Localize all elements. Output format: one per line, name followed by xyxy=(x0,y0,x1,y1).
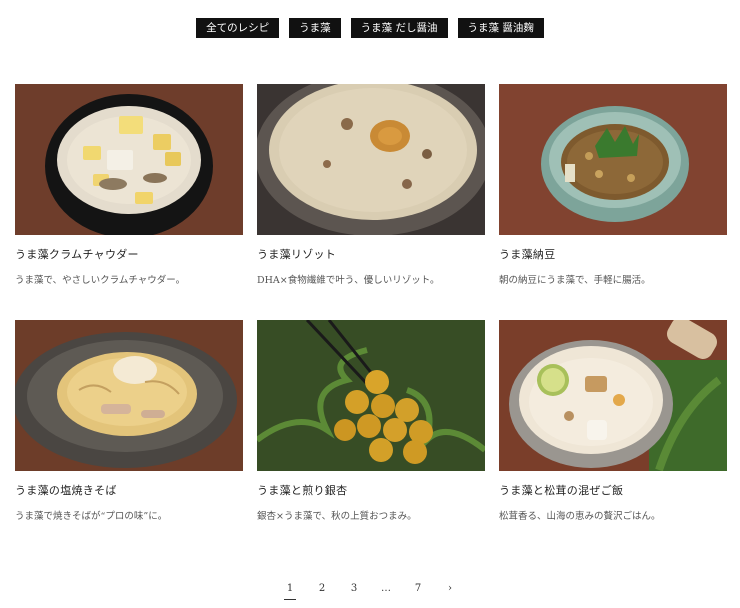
recipe-description: DHA×食物繊維で叶う、優しいリゾット。 xyxy=(257,275,440,286)
risotto-photo[interactable] xyxy=(257,84,485,235)
recipe-description: うま藻で、やさしいクラムチャウダー。 xyxy=(15,275,186,286)
recipe-title[interactable]: うま藻クラムチャウダー xyxy=(15,246,243,262)
recipe-description: 松茸香る、山海の恵みの贅沢ごはん。 xyxy=(499,511,661,522)
pagination: 1 2 3 … 7 › xyxy=(0,582,740,600)
page-1-link[interactable]: 1 xyxy=(274,582,306,600)
recipe-title[interactable]: うま藻納豆 xyxy=(499,246,727,262)
next-page-icon[interactable]: › xyxy=(434,582,466,598)
recipe-title[interactable]: うま藻と松茸の混ぜご飯 xyxy=(499,482,727,498)
recipe-filter-bar: 全てのレシピ うま藻 うま藻 だし醤油 うま藻 醤油麹 xyxy=(0,18,740,38)
recipe-grid: うま藻クラムチャウダー うま藻で、やさしいクラムチャウダー。 うま藻リゾット D… xyxy=(15,84,728,556)
filter-all-recipes-button[interactable]: 全てのレシピ xyxy=(196,18,280,38)
recipe-card[interactable]: うま藻リゾット DHA×食物繊維で叶う、優しいリゾット。 xyxy=(257,84,485,320)
shio-yakisoba-photo[interactable] xyxy=(15,320,243,471)
matsutake-rice-photo[interactable] xyxy=(499,320,727,471)
recipe-description: 朝の納豆にうま藻で、手軽に腸活。 xyxy=(499,275,651,286)
recipe-card[interactable]: うま藻の塩焼きそば うま藻で焼きそばが“プロの味”に。 xyxy=(15,320,243,556)
filter-umamo-shoyu-koji-button[interactable]: うま藻 醤油麹 xyxy=(457,18,544,38)
recipe-card[interactable]: うま藻クラムチャウダー うま藻で、やさしいクラムチャウダー。 xyxy=(15,84,243,320)
recipe-title[interactable]: うま藻リゾット xyxy=(257,246,485,262)
page-3-link[interactable]: 3 xyxy=(338,582,370,598)
recipe-card[interactable]: うま藻と松茸の混ぜご飯 松茸香る、山海の恵みの贅沢ごはん。 xyxy=(499,320,727,556)
recipe-description: うま藻で焼きそばが“プロの味”に。 xyxy=(15,511,168,522)
filter-umamo-dashi-shoyu-button[interactable]: うま藻 だし醤油 xyxy=(350,18,448,38)
ginkgo-photo[interactable] xyxy=(257,320,485,471)
page-7-link[interactable]: 7 xyxy=(402,582,434,598)
clam-chowder-photo[interactable] xyxy=(15,84,243,235)
recipe-card[interactable]: うま藻納豆 朝の納豆にうま藻で、手軽に腸活。 xyxy=(499,84,727,320)
recipe-title[interactable]: うま藻の塩焼きそば xyxy=(15,482,243,498)
natto-photo[interactable] xyxy=(499,84,727,235)
recipe-description: 銀杏×うま藻で、秋の上質おつまみ。 xyxy=(257,511,417,522)
recipe-title[interactable]: うま藻と煎り銀杏 xyxy=(257,482,485,498)
page-ellipsis: … xyxy=(381,583,391,594)
recipe-card[interactable]: うま藻と煎り銀杏 銀杏×うま藻で、秋の上質おつまみ。 xyxy=(257,320,485,556)
filter-umamo-button[interactable]: うま藻 xyxy=(289,18,341,38)
page-2-link[interactable]: 2 xyxy=(306,582,338,598)
